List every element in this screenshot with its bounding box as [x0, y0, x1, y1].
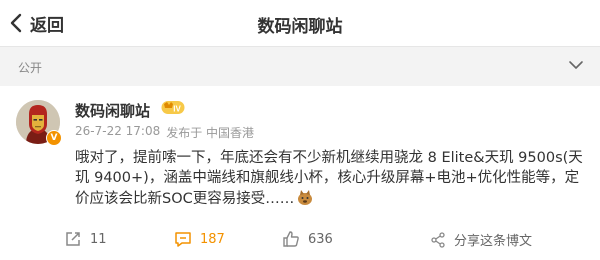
share-icon — [431, 231, 445, 248]
comment-count: 187 — [200, 231, 225, 247]
username[interactable]: 数码闲聊站 — [75, 100, 150, 121]
share-label: 分享这条博文 — [454, 234, 533, 249]
post-text: 哦对了，提前嗦一下，年底还会有不少新机继续用骁龙 8 Elite&天玑 9500… — [75, 148, 585, 209]
post-source: 发布于 中国香港 — [166, 126, 255, 140]
comment-button[interactable]: 187 — [174, 230, 225, 248]
page-title: 数码闲聊站 — [257, 17, 343, 37]
level-text: IV — [173, 105, 181, 114]
action-bar: 11 187 636 分享这条博文 — [0, 226, 600, 256]
crown-level-badge: IV — [161, 101, 185, 114]
thumbs-up-icon — [283, 231, 299, 247]
like-count: 636 — [308, 231, 333, 247]
post-date: 26-7-22 17:08 — [75, 124, 161, 138]
chevron-down-icon[interactable] — [568, 60, 584, 70]
verified-badge: V — [46, 130, 62, 146]
top-nav-bar: 返回 数码闲聊站 — [0, 0, 600, 46]
visibility-bar[interactable]: 公开 — [0, 46, 600, 87]
post-card: V 数码闲聊站 IV 26-7-22 17:08 发布于 中国香港 哦对了，提前… — [0, 86, 600, 260]
share-button[interactable]: 分享这条博文 — [430, 230, 532, 249]
visibility-label: 公开 — [18, 61, 43, 75]
comment-icon — [175, 232, 191, 247]
like-button[interactable]: 636 — [282, 230, 333, 248]
post-text-content: 哦对了，提前嗦一下，年底还会有不少新机继续用骁龙 8 Elite&天玑 9500… — [75, 150, 583, 207]
post-meta: 26-7-22 17:08 发布于 中国香港 — [75, 124, 254, 141]
repost-icon — [66, 232, 80, 246]
repost-button[interactable]: 11 — [64, 230, 107, 248]
doge-emoji-icon — [298, 190, 313, 205]
repost-count: 11 — [90, 231, 107, 247]
